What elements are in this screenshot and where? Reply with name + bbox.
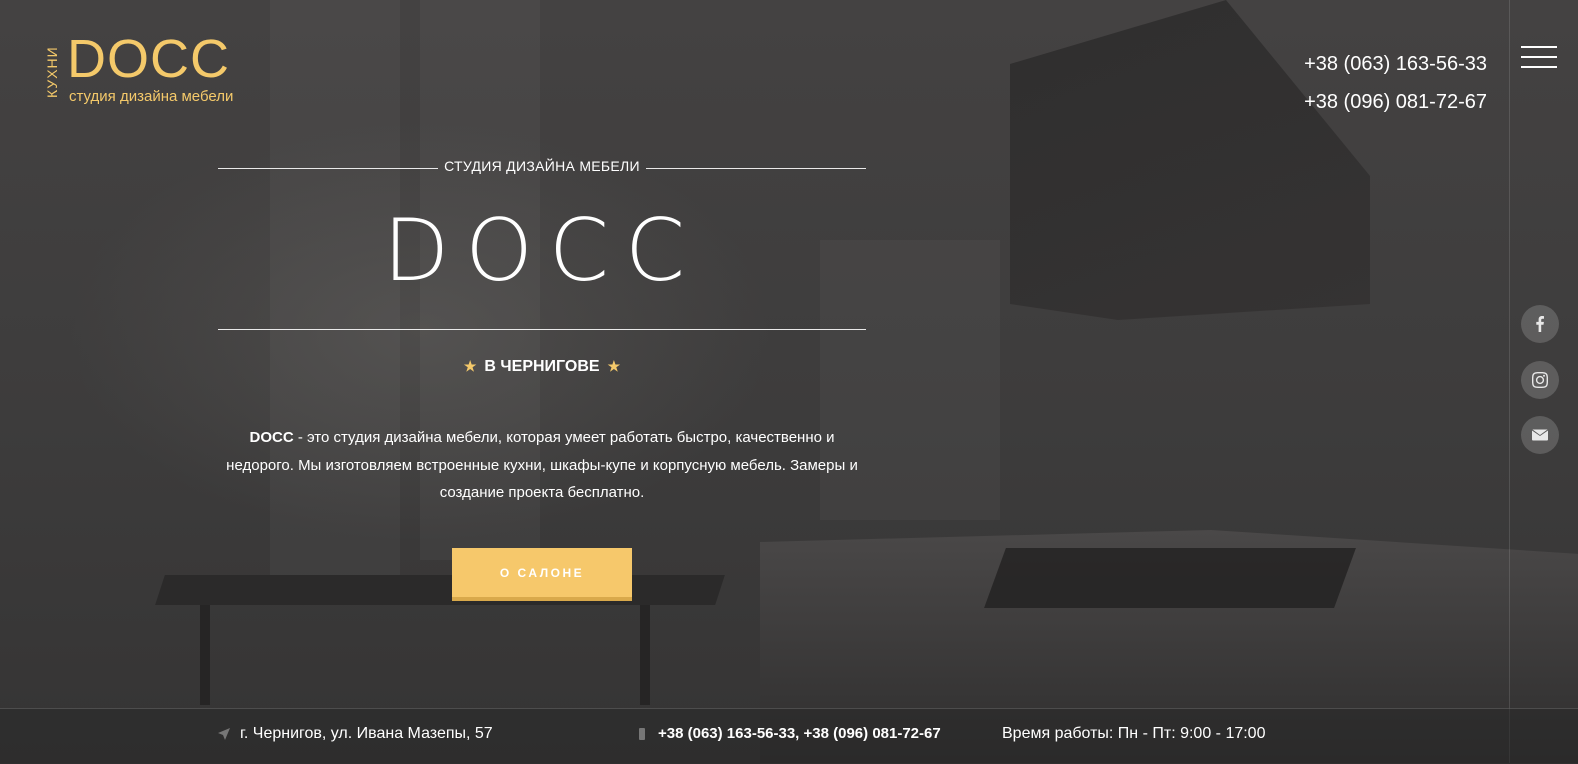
logo-tagline: студия дизайна мебели	[69, 88, 234, 105]
contact-bar: г. Чернигов, ул. Ивана Мазепы, 57 +38 (0…	[0, 708, 1578, 764]
hero-city-text: В ЧЕРНИГОВЕ	[484, 358, 600, 375]
contact-hours-text: Время работы: Пн - Пт: 9:00 - 17:00	[1002, 725, 1266, 742]
hamburger-icon[interactable]	[1521, 44, 1557, 70]
about-salon-button[interactable]: О САЛОНЕ	[452, 548, 632, 601]
hero-description-lead: DOCC	[249, 429, 294, 446]
logo-vertical-text: КУХНИ	[44, 46, 60, 98]
hero-subtitle-text: СТУДИЯ ДИЗАЙНА МЕБЕЛИ	[444, 158, 640, 174]
mail-icon[interactable]	[1521, 416, 1559, 454]
phone-icon	[639, 727, 645, 740]
contact-address-text: г. Чернигов, ул. Ивана Мазепы, 57	[240, 725, 493, 742]
logo-brand: DOCC	[67, 29, 230, 89]
contact-phones-text[interactable]: +38 (063) 163-56-33, +38 (096) 081-72-67	[658, 725, 941, 742]
contact-hours: Время работы: Пн - Пт: 9:00 - 17:00	[1002, 725, 1265, 743]
logo[interactable]: КУХНИ DOCC студия дизайна мебели	[44, 32, 250, 108]
star-icon: ★	[607, 358, 621, 374]
header-phones: +38 (063) 163-56-33 +38 (096) 081-72-67	[1304, 45, 1487, 121]
hero-divider-bottom	[218, 329, 866, 330]
star-icon: ★	[463, 358, 477, 374]
hero-description-text: - это студия дизайна мебели, которая уме…	[226, 429, 858, 501]
contact-phones: +38 (063) 163-56-33, +38 (096) 081-72-67	[636, 725, 941, 742]
contact-address: г. Чернигов, ул. Ивана Мазепы, 57	[218, 725, 493, 743]
location-arrow-icon	[218, 728, 230, 740]
hero-description: DOCC - это студия дизайна мебели, котора…	[218, 424, 866, 507]
instagram-icon[interactable]	[1521, 361, 1559, 399]
header-phone-2[interactable]: +38 (096) 081-72-67	[1304, 83, 1487, 121]
hero-city: ★ В ЧЕРНИГОВЕ ★	[218, 358, 866, 376]
header-phone-1[interactable]: +38 (063) 163-56-33	[1304, 45, 1487, 83]
hero-title: DOCC	[382, 201, 701, 301]
facebook-icon[interactable]	[1521, 305, 1559, 343]
hero-subtitle: СТУДИЯ ДИЗАЙНА МЕБЕЛИ	[218, 158, 866, 174]
